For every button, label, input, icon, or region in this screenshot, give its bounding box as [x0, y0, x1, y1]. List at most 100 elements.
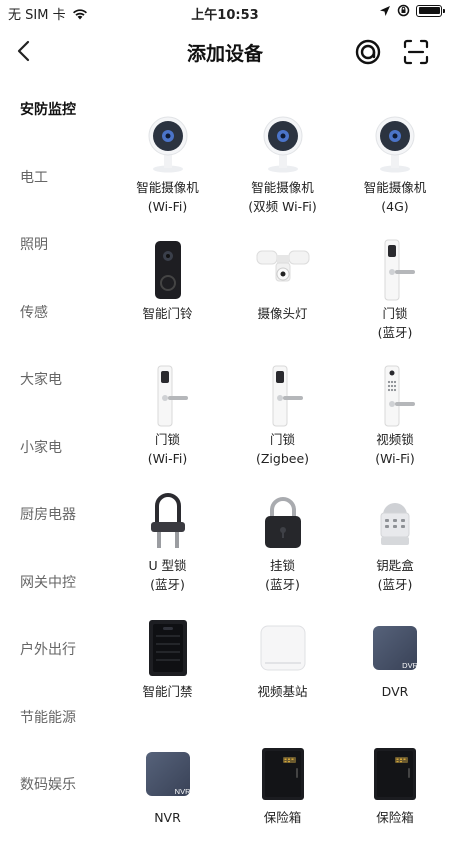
doorbell-icon	[135, 238, 201, 302]
device-name: 视频锁	[376, 432, 414, 447]
camera-icon	[135, 112, 201, 176]
device-name: 挂锁	[269, 558, 295, 573]
device-name: NVR	[154, 810, 181, 825]
device-label: 智能摄像机 (双频 Wi-Fi)	[248, 178, 317, 216]
device-item[interactable]: 挂锁 (蓝牙)	[225, 490, 340, 616]
device-name: 保险箱	[376, 810, 414, 825]
device-name: 智能门禁	[142, 684, 193, 699]
page-title: 添加设备	[186, 43, 263, 65]
video-lock-icon	[362, 364, 428, 428]
device-item[interactable]: DVR DVR	[340, 616, 450, 742]
key-box-icon	[362, 490, 428, 554]
device-label: 保险箱	[376, 808, 414, 827]
sidebar-item[interactable]: 安防监控	[0, 92, 105, 160]
padlock-icon	[250, 490, 316, 554]
device-name: 智能摄像机	[363, 180, 427, 195]
device-subtitle: (Wi-Fi)	[147, 199, 188, 214]
safe-icon	[250, 742, 316, 806]
sidebar-item[interactable]: 小家电	[0, 430, 105, 498]
device-item[interactable]: 钥匙盒 (蓝牙)	[340, 490, 450, 616]
device-subtitle: (Wi-Fi)	[375, 451, 415, 466]
device-label: DVR	[382, 682, 409, 701]
device-label: 摄像头灯	[257, 304, 307, 323]
device-item[interactable]: 门锁 (Zigbee)	[225, 364, 340, 490]
safe-icon	[362, 742, 428, 806]
sidebar-item[interactable]: 户外出行	[0, 632, 105, 700]
device-item[interactable]: 保险箱	[225, 742, 340, 868]
device-item[interactable]: 智能门禁	[110, 616, 225, 742]
sidebar-item[interactable]: 数码娱乐	[0, 767, 105, 835]
sidebar-item[interactable]: 厨房电器	[0, 497, 105, 565]
device-item[interactable]: 摄像头灯	[225, 238, 340, 364]
door-lock-icon	[135, 364, 201, 428]
device-grid: 智能摄像机 (Wi-Fi) 智能摄像机 (双频 Wi-Fi) 智能摄像机 (4G) 智能门铃…	[110, 112, 450, 868]
device-subtitle: (双频 Wi-Fi)	[248, 199, 317, 214]
device-label: 视频基站	[257, 682, 307, 701]
device-label: 钥匙盒 (蓝牙)	[376, 556, 414, 594]
device-item[interactable]: 智能摄像机 (双频 Wi-Fi)	[225, 112, 340, 238]
location-arrow-icon	[380, 5, 390, 16]
device-name: 智能摄像机	[136, 180, 199, 195]
device-item[interactable]: 门锁 (Wi-Fi)	[110, 364, 225, 490]
qr-scan-icon	[403, 39, 429, 65]
access-control-icon	[135, 616, 201, 680]
device-label: 智能摄像机 (4G)	[364, 178, 427, 216]
device-item[interactable]: 智能摄像机 (Wi-Fi)	[110, 112, 225, 238]
device-item[interactable]: 智能门铃	[110, 238, 225, 364]
video-base-station-icon	[250, 616, 316, 680]
sidebar-item[interactable]: 大家电	[0, 362, 105, 430]
door-lock-icon	[250, 364, 316, 428]
device-item[interactable]: 智能摄像机 (4G)	[340, 112, 450, 238]
nvr-icon: NVR	[135, 742, 201, 806]
device-name: 门锁	[269, 432, 295, 447]
u-lock-icon	[135, 490, 201, 554]
device-subtitle: (蓝牙)	[377, 577, 413, 592]
sidebar-item[interactable]: 节能能源	[0, 700, 105, 768]
nav-bar: 添加设备	[0, 26, 450, 76]
device-name: 智能门铃	[142, 306, 193, 321]
device-subtitle: (Zigbee)	[255, 451, 310, 466]
device-label: 挂锁 (蓝牙)	[265, 556, 300, 594]
orientation-lock-icon	[397, 4, 410, 17]
device-label: 智能门禁	[142, 682, 192, 701]
device-name: DVR	[381, 684, 409, 699]
device-item[interactable]: 视频锁 (Wi-Fi)	[340, 364, 450, 490]
floodlight-camera-icon	[250, 238, 316, 302]
device-label: 保险箱	[264, 808, 302, 827]
sidebar-item[interactable]: 电工	[0, 160, 105, 228]
device-subtitle: (蓝牙)	[265, 577, 300, 592]
battery-icon	[416, 4, 445, 17]
device-name: 门锁	[154, 432, 180, 447]
device-subtitle: (Wi-Fi)	[147, 451, 188, 466]
device-label: NVR	[154, 808, 181, 827]
device-name: 保险箱	[263, 810, 302, 825]
device-name: 门锁	[382, 306, 408, 321]
camera-icon	[250, 112, 316, 176]
device-subtitle: (4G)	[381, 199, 409, 214]
sidebar-item[interactable]: 传感	[0, 295, 105, 363]
camera-icon	[362, 112, 428, 176]
device-item[interactable]: U 型锁 (蓝牙)	[110, 490, 225, 616]
device-label: 智能摄像机 (Wi-Fi)	[136, 178, 199, 216]
nearby-scan-icon	[355, 39, 381, 65]
device-item[interactable]: 门锁 (蓝牙)	[340, 238, 450, 364]
device-name: 钥匙盒	[376, 558, 414, 573]
qr-scan-button[interactable]	[402, 38, 430, 66]
sidebar-item[interactable]: 网关中控	[0, 565, 105, 633]
device-item[interactable]: 保险箱	[340, 742, 450, 868]
device-name: 智能摄像机	[251, 180, 314, 195]
device-subtitle: (蓝牙)	[150, 577, 185, 592]
device-badge: DVR	[402, 661, 418, 670]
device-item[interactable]: NVR NVR	[110, 742, 225, 868]
status-right	[379, 4, 445, 17]
dvr-icon: DVR	[362, 616, 428, 680]
device-label: 门锁 (Wi-Fi)	[148, 430, 188, 468]
device-item[interactable]: 视频基站	[225, 616, 340, 742]
device-label: 门锁 (蓝牙)	[378, 304, 413, 342]
sidebar-item[interactable]: 照明	[0, 227, 105, 295]
device-subtitle: (蓝牙)	[377, 325, 413, 340]
nearby-scan-button[interactable]	[354, 38, 382, 66]
category-sidebar: 安防监控 电工 照明 传感 大家电 小家电 厨房电器 网关中控 户外出行 节能能源 数码娱乐	[0, 92, 105, 835]
device-name: U 型锁	[148, 558, 187, 573]
status-bar: 无 SIM 卡 上午10:53	[0, 0, 450, 26]
